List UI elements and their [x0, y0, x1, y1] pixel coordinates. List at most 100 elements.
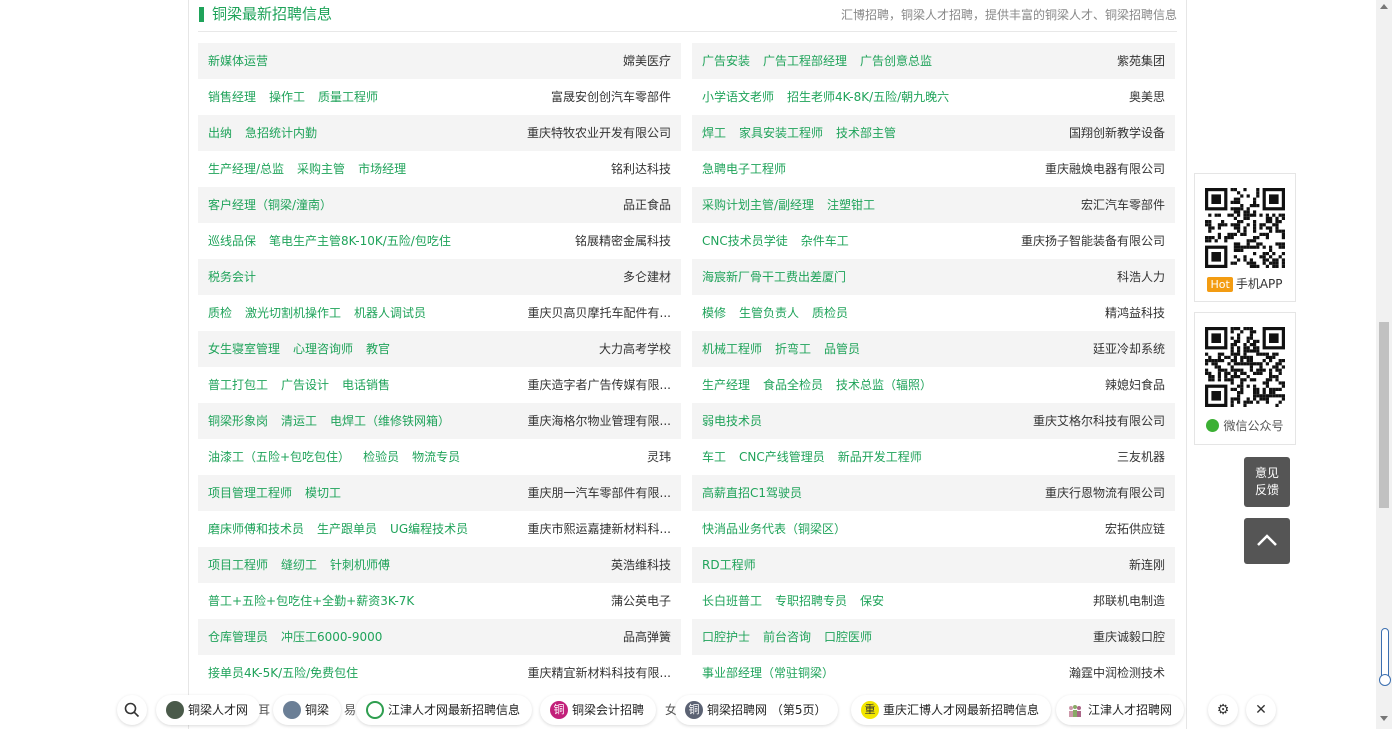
related-search-pill-2[interactable]: 铜梁: [273, 695, 342, 725]
company-link[interactable]: 富晟安创创汽车零部件: [551, 79, 671, 115]
company-link[interactable]: 蒲公英电子: [611, 583, 671, 619]
job-link[interactable]: 广告设计: [281, 378, 329, 392]
job-link[interactable]: 生产经理: [702, 378, 750, 392]
search-button[interactable]: [117, 695, 147, 725]
job-link[interactable]: 采购计划主管/副经理: [702, 198, 814, 212]
job-link[interactable]: 长白班普工: [702, 594, 762, 608]
scrollbar-thumb[interactable]: [1379, 322, 1389, 508]
job-link[interactable]: 激光切割机操作工: [245, 306, 341, 320]
job-link[interactable]: 广告创意总监: [860, 54, 932, 68]
company-link[interactable]: 重庆融焕电器有限公司: [1045, 151, 1165, 187]
job-link[interactable]: 车工: [702, 450, 726, 464]
job-link[interactable]: 焊工: [702, 126, 726, 140]
job-link[interactable]: 巡线品保: [208, 234, 256, 248]
company-link[interactable]: 辣媳妇食品: [1105, 367, 1165, 403]
company-link[interactable]: 精鸿益科技: [1105, 295, 1165, 331]
company-link[interactable]: 廷亚冷却系统: [1093, 331, 1165, 367]
close-button[interactable]: ✕: [1246, 695, 1276, 725]
job-link[interactable]: 清运工: [281, 414, 317, 428]
company-link[interactable]: 重庆艾格尔科技有限公司: [1033, 403, 1165, 439]
job-link[interactable]: 电话销售: [342, 378, 390, 392]
job-link[interactable]: 冲压工6000-9000: [281, 630, 382, 644]
job-link[interactable]: 生管负责人: [739, 306, 799, 320]
job-link[interactable]: 针刺机师傅: [330, 558, 390, 572]
back-to-top-button[interactable]: [1244, 518, 1290, 564]
job-link[interactable]: 普工打包工: [208, 378, 268, 392]
related-search-pill-1[interactable]: 铜梁人才网: [156, 695, 261, 725]
company-link[interactable]: 品正食品: [623, 187, 671, 223]
job-link[interactable]: 口腔医师: [824, 630, 872, 644]
company-link[interactable]: 科浩人力: [1117, 259, 1165, 295]
company-link[interactable]: 重庆贝高贝摩托车配件有...: [528, 295, 671, 331]
job-link[interactable]: UG编程技术员: [390, 522, 468, 536]
company-link[interactable]: 灵玮: [647, 439, 671, 475]
company-link[interactable]: 铭展精密金属科技: [575, 223, 671, 259]
job-link[interactable]: 急招统计内勤: [245, 126, 317, 140]
job-link[interactable]: 保安: [860, 594, 884, 608]
job-link[interactable]: 急聘电子工程师: [702, 162, 786, 176]
job-link[interactable]: 折弯工: [775, 342, 811, 356]
company-link[interactable]: 多仑建材: [623, 259, 671, 295]
job-link[interactable]: 专职招聘专员: [775, 594, 847, 608]
job-link[interactable]: 技术总监（辐照）: [836, 378, 932, 392]
job-link[interactable]: 新媒体运营: [208, 54, 268, 68]
job-link[interactable]: 生产跟单员: [317, 522, 377, 536]
page-scrollbar[interactable]: [1376, 0, 1392, 729]
job-link[interactable]: 油漆工（五险+包吃包住）: [208, 450, 350, 464]
job-link[interactable]: 质量工程师: [318, 90, 378, 104]
company-link[interactable]: 邦联机电制造: [1093, 583, 1165, 619]
job-link[interactable]: 税务会计: [208, 270, 256, 284]
company-link[interactable]: 重庆朋一汽车零部件有限...: [528, 475, 671, 511]
company-link[interactable]: 奥美思: [1129, 79, 1165, 115]
job-link[interactable]: 技术部主管: [836, 126, 896, 140]
company-link[interactable]: 瀚霆中润检测技术: [1069, 655, 1165, 691]
company-link[interactable]: 重庆精宜新材料科技有限...: [528, 655, 671, 691]
job-link[interactable]: 前台咨询: [763, 630, 811, 644]
related-search-pill-5[interactable]: 铜铜梁招聘网 （第5页）: [675, 695, 839, 725]
job-link[interactable]: 仓库管理员: [208, 630, 268, 644]
job-link[interactable]: 广告安装: [702, 54, 750, 68]
job-link[interactable]: 接单员4K-5K/五险/免费包住: [208, 666, 358, 680]
job-link[interactable]: 杂件车工: [801, 234, 849, 248]
company-link[interactable]: 铭利达科技: [611, 151, 671, 187]
job-link[interactable]: 操作工: [269, 90, 305, 104]
feedback-button[interactable]: 意见 反馈: [1244, 457, 1290, 507]
related-search-pill-6[interactable]: 重重庆汇博人才网最新招聘信息: [851, 695, 1052, 725]
job-link[interactable]: CNC技术员学徒: [702, 234, 788, 248]
job-link[interactable]: 机器人调试员: [354, 306, 426, 320]
scroll-up-arrow-icon[interactable]: [1380, 4, 1388, 9]
job-link[interactable]: 招生老师4K-8K/五险/朝九晚六: [787, 90, 949, 104]
company-link[interactable]: 重庆行恩物流有限公司: [1045, 475, 1165, 511]
job-link[interactable]: 弱电技术员: [702, 414, 762, 428]
job-link[interactable]: 笔电生产主管8K-10K/五险/包吃住: [269, 234, 451, 248]
job-link[interactable]: 高薪直招C1驾驶员: [702, 486, 802, 500]
job-link[interactable]: 市场经理: [358, 162, 406, 176]
job-link[interactable]: 广告工程部经理: [763, 54, 847, 68]
job-link[interactable]: 海宸新厂骨干工费出差厦门: [702, 270, 846, 284]
job-link[interactable]: 销售经理: [208, 90, 256, 104]
company-link[interactable]: 新连刚: [1129, 547, 1165, 583]
company-link[interactable]: 重庆海格尔物业管理有限...: [528, 403, 671, 439]
job-link[interactable]: 模切工: [305, 486, 341, 500]
job-link[interactable]: 女生寝室管理: [208, 342, 280, 356]
job-link[interactable]: 磨床师傅和技术员: [208, 522, 304, 536]
job-link[interactable]: 项目管理工程师: [208, 486, 292, 500]
company-link[interactable]: 重庆特牧农业开发有限公司: [527, 115, 671, 151]
company-link[interactable]: 重庆扬子智能装备有限公司: [1021, 223, 1165, 259]
company-link[interactable]: 英浩维科技: [611, 547, 671, 583]
job-link[interactable]: CNC产线管理员: [739, 450, 825, 464]
settings-button[interactable]: ⚙: [1208, 695, 1238, 725]
job-link[interactable]: 普工+五险+包吃住+全勤+薪资3K-7K: [208, 594, 414, 608]
related-search-pill-3[interactable]: 江津人才网最新招聘信息: [356, 695, 533, 725]
job-link[interactable]: 物流专员: [412, 450, 460, 464]
wechat-qr-widget[interactable]: 微信公众号: [1194, 312, 1296, 445]
job-link[interactable]: 铜梁形象岗: [208, 414, 268, 428]
company-link[interactable]: 紫苑集团: [1117, 43, 1165, 79]
job-link[interactable]: 质检: [208, 306, 232, 320]
job-link[interactable]: 机械工程师: [702, 342, 762, 356]
company-link[interactable]: 国翔创新教学设备: [1069, 115, 1165, 151]
job-link[interactable]: 缝纫工: [281, 558, 317, 572]
job-link[interactable]: 采购主管: [297, 162, 345, 176]
job-link[interactable]: 生产经理/总监: [208, 162, 284, 176]
related-search-pill-4[interactable]: 铜铜梁会计招聘: [540, 695, 657, 725]
